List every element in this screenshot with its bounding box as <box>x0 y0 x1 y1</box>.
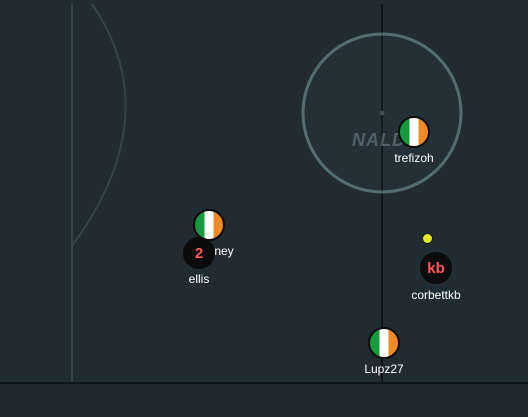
player-token[interactable]: kb <box>420 252 452 284</box>
pitch-markings <box>0 3 528 417</box>
ball <box>422 233 433 244</box>
player-token[interactable]: 3 <box>368 327 400 359</box>
game-pitch: NALD 2 trefizoh ney 2 ellis kb corbettkb… <box>0 0 528 417</box>
player-name: trefizoh <box>394 151 434 165</box>
player-name: Lupz27 <box>364 362 404 376</box>
player-name: corbettkb <box>411 288 461 302</box>
player-name: ney <box>214 244 234 258</box>
player-token[interactable]: 2 <box>398 116 430 148</box>
player-name: ellis <box>188 272 210 286</box>
player-number: 2 <box>194 244 204 262</box>
player-number: 3 <box>380 335 388 351</box>
player-number: 2 <box>410 124 418 140</box>
player-token[interactable]: 2 <box>183 237 215 269</box>
player-number: kb <box>427 259 445 277</box>
